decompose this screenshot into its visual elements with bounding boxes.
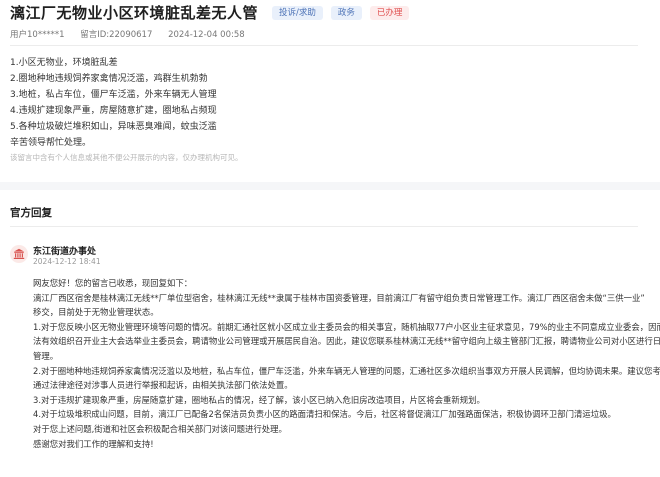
reply-line: 3.对于违规扩建现象严重，房屋随意扩建，圈地私占的情况，经了解，该小区已纳入危旧… [33, 394, 485, 405]
reply-line: 漓江厂西区宿舍是桂林漓江无线**厂单位型宿舍，桂林漓江无线**隶属于桂林市国资委… [33, 292, 645, 303]
reply-line: 法有效组织召开业主大会选举业主委员会，聘请物业公司管理或开展居民自治。因此，建议… [33, 336, 660, 347]
message-line: 1.小区无物业，环境脏乱差 [10, 58, 118, 68]
reply-line: 通过法律途径对涉事人员进行举报和起诉，由相关执法部门依法处置。 [33, 380, 293, 391]
privacy-disclaimer: 该留言中含有个人信息或其他不便公开展示的内容，仅办理机构可见。 [10, 153, 243, 162]
divider [10, 226, 638, 227]
government-building-icon [10, 245, 28, 263]
message-line: 2.圈地种地违规饲养家禽情况泛滥，鸡群生机勃勃 [10, 74, 208, 84]
message-card: 漓江厂无物业小区环境脏乱差无人管 投诉/求助 政务 已办理 用户10*****1… [0, 0, 660, 182]
user-id: 用户10*****1 [10, 30, 65, 40]
message-detail-page: 漓江厂无物业小区环境脏乱差无人管 投诉/求助 政务 已办理 用户10*****1… [0, 0, 660, 477]
message-line: 4.违规扩建现象严重，房屋随意扩建，圈地私占频现 [10, 106, 217, 116]
reply-line: 移交，目前处于无物业管理状态。 [33, 307, 159, 318]
official-reply-title: 官方回复 [10, 207, 52, 219]
post-timestamp: 2024-12-04 00:58 [168, 30, 245, 40]
message-line: 5.各种垃圾破烂堆积如山，异味恶臭难闻，蚊虫泛滥 [10, 122, 217, 132]
message-body: 1.小区无物业，环境脏乱差 2.圈地种地违规饲养家禽情况泛滥，鸡群生机勃勃 3.… [10, 55, 217, 151]
reply-timestamp: 2024-12-12 18:41 [33, 257, 101, 266]
page-title: 漓江厂无物业小区环境脏乱差无人管 [10, 4, 259, 22]
status-badge: 已办理 [369, 5, 410, 20]
meta-row: 用户10*****1 留言ID:22090617 2024-12-04 00:5… [10, 28, 258, 40]
message-id: 留言ID:22090617 [80, 30, 153, 40]
tag-government[interactable]: 政务 [330, 5, 362, 20]
reply-line: 对于您上述问题,街道和社区会积极配合相关部门对该问题进行处理。 [33, 423, 287, 434]
title-row: 漓江厂无物业小区环境脏乱差无人管 投诉/求助 政务 已办理 [10, 2, 410, 23]
reply-line: 2.对于圈地种地违规饲养家禽情况泛滥以及地桩，私占车位，僵尸车泛滥，外来车辆无人… [33, 365, 660, 376]
section-gap [0, 182, 660, 190]
reply-line: 网友您好！您的留言已收悉，现回复如下： [33, 278, 193, 288]
divider [10, 45, 638, 46]
tag-category[interactable]: 投诉/求助 [272, 5, 323, 20]
message-line: 3.地桩，私占车位，僵尸车泛滥，外来车辆无人管理 [10, 90, 217, 100]
reply-line: 1.对于您反映小区无物业管理环境等问题的情况。前期汇通社区就小区成立业主委员会的… [33, 321, 660, 332]
message-line: 辛苦领导帮忙处理。 [10, 138, 92, 148]
reply-org-name[interactable]: 东江街道办事处 [33, 244, 96, 257]
reply-body: 网友您好！您的留言已收悉，现回复如下： 漓江厂西区宿舍是桂林漓江无线**厂单位型… [33, 276, 660, 451]
reply-line: 感谢您对我们工作的理解和支持! [33, 438, 154, 449]
reply-line: 管理。 [33, 350, 59, 361]
reply-line: 4.对于垃圾堆积成山问题，目前，漓江厂已配备2名保洁员负责小区的路面清扫和保洁。… [33, 409, 616, 420]
